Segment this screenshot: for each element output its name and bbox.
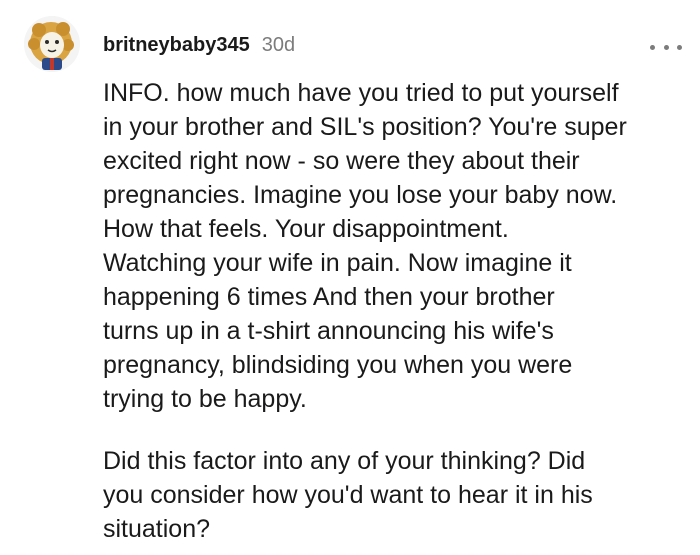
comment-timestamp: 30d: [261, 34, 296, 56]
comment-paragraph: Did this factor into any of your thinkin…: [103, 447, 593, 543]
comment-meta: britneybaby345 30d: [103, 34, 295, 62]
user-avatar[interactable]: [24, 16, 80, 72]
lion-avatar-icon: [24, 16, 80, 72]
more-horizontal-icon: [650, 44, 655, 50]
more-horizontal-icon: [663, 44, 669, 50]
more-horizontal-icon: [677, 44, 682, 50]
comment-card: britneybaby345 30d INFO. how much have y…: [0, 0, 700, 555]
comment-paragraph: INFO. how much have you tried to put you…: [103, 79, 627, 413]
more-options-button[interactable]: [650, 38, 682, 56]
username-link[interactable]: britneybaby345: [103, 34, 250, 57]
comment-body: INFO. how much have you tried to put you…: [103, 76, 683, 546]
